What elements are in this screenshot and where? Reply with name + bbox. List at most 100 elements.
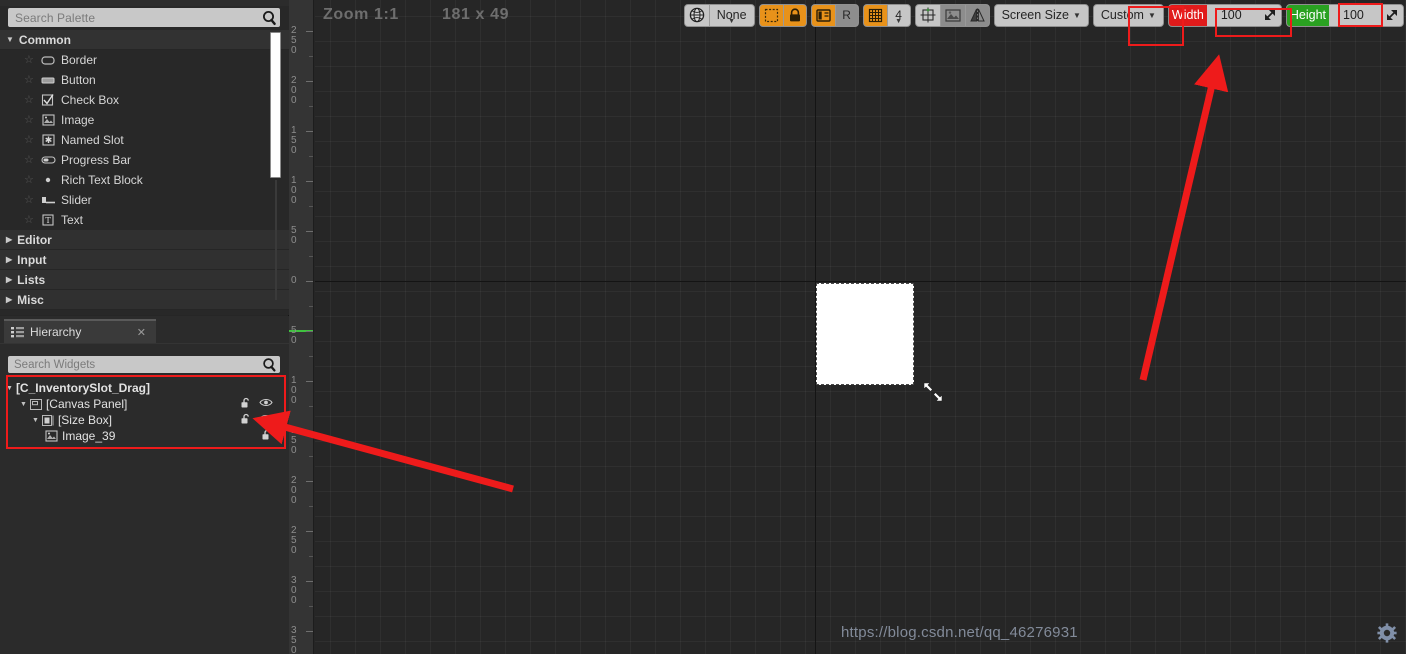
height-label: Height [1286,4,1329,26]
design-canvas[interactable]: Zoom 1:1 181 x 49 https://blog.csdn.net/… [315,0,1406,654]
globe-icon[interactable] [684,4,710,26]
height-group[interactable]: Height 100 [1285,3,1404,27]
chevron-down-icon[interactable]: ▼ [6,385,13,392]
search-icon [260,8,280,27]
palette-item-button[interactable]: ☆ Button [0,70,289,90]
width-label: Width [1168,4,1207,26]
tree-row[interactable]: ▼ [C_InventorySlot_Drag] [0,380,289,396]
palette-item-slider[interactable]: ☆ Slider [0,190,289,210]
layout-toggle-icon[interactable] [811,4,836,26]
ruler-label: 150 [291,425,297,456]
chevron-down-icon[interactable]: ▼ [20,401,27,408]
mirror-icon[interactable] [965,4,989,26]
tab-hierarchy-label: Hierarchy [30,325,82,339]
palette-scrollbar-track[interactable] [275,180,277,300]
tree-row[interactable]: ▼ [Size Box] [0,412,289,428]
resize-diagonal-cursor [922,381,943,402]
palette-item-text[interactable]: ☆ T Text [0,210,289,230]
hierarchy-tree[interactable]: ▼ [C_InventorySlot_Drag] ▼ [Canvas Panel… [0,380,289,444]
tree-node-label: Image_39 [62,429,116,443]
favorite-star-icon[interactable]: ☆ [24,194,39,206]
tree-row-actions[interactable] [240,412,273,428]
tree-row-actions[interactable] [240,396,273,412]
tab-hierarchy[interactable]: Hierarchy ✕ [4,319,156,343]
rotation-button[interactable]: R [835,4,858,26]
fit-to-screen-icon[interactable] [915,4,941,26]
width-input[interactable]: 100 [1206,4,1281,26]
snap-group[interactable]: 4 ▼ [862,3,911,27]
palette-item-label: Text [61,213,84,227]
palette-item-border[interactable]: ☆ Border [0,50,289,70]
palette-category-editor[interactable]: ▶ Editor [0,230,289,250]
palette-category-label: Input [17,252,47,267]
width-group[interactable]: Width 100 [1167,3,1282,27]
svg-text:T: T [45,216,51,225]
palette-item-label: Rich Text Block [61,173,143,187]
palette-category-input[interactable]: ▶ Input [0,250,289,270]
selection-lock-group[interactable] [758,3,807,27]
ruler-label: 150 [291,125,297,156]
unlock-icon[interactable] [240,397,252,412]
palette-scrollbar-thumb[interactable] [270,32,281,178]
gear-icon [1377,623,1397,648]
grid-snap-icon[interactable] [863,4,888,26]
chevron-down-icon: ▼ [6,34,14,44]
palette-item-rich-text-block[interactable]: ☆ Rich Text Block [0,170,289,190]
selected-widget-preview[interactable] [816,283,914,385]
lock-icon[interactable] [783,4,806,26]
favorite-star-icon[interactable]: ☆ [24,114,39,126]
ruler-label: 50 [291,225,297,246]
palette-category-label: Lists [17,272,46,287]
favorite-star-icon[interactable]: ☆ [24,174,39,186]
screen-size-group[interactable]: Screen Size ▼ [993,3,1089,27]
unlock-icon[interactable] [261,429,273,444]
palette-category-misc[interactable]: ▶ Misc [0,290,289,310]
screen-size-dropdown[interactable]: Screen Size ▼ [994,4,1088,26]
grid-size-dropdown[interactable]: 4 ▼ [887,4,910,26]
palette-category-lists[interactable]: ▶ Lists [0,270,289,290]
vertical-ruler[interactable]: 250 200 150 100 50 0 50 100 150 200 250 … [289,0,314,654]
favorite-star-icon[interactable]: ☆ [24,94,39,106]
drag-spinner-icon[interactable] [1386,9,1398,24]
palette-category-common[interactable]: ▼ Common [0,30,289,50]
palette-item-named-slot[interactable]: ☆ ✱ Named Slot [0,130,289,150]
width-value: 100 [1220,8,1242,22]
favorite-star-icon[interactable]: ☆ [24,214,39,226]
eye-icon[interactable] [259,397,273,411]
height-input[interactable]: 100 [1329,4,1403,26]
palette-item-label: Slider [61,193,92,207]
eye-icon[interactable] [259,413,273,427]
tree-row[interactable]: Image_39 [0,428,289,444]
hierarchy-search-input[interactable]: Search Widgets [8,356,280,373]
fill-color-group[interactable]: None ▼ [683,3,755,27]
layout-group[interactable]: R [810,3,859,27]
palette-item-check-box[interactable]: ☆ Check Box [0,90,289,110]
palette-search-input[interactable]: Search Palette [8,8,280,27]
search-icon [260,355,280,374]
image-preview-icon[interactable] [940,4,966,26]
palette-item-image[interactable]: ☆ Image [0,110,289,130]
palette-category-label: Common [18,32,71,47]
drag-spinner-icon[interactable] [1264,9,1276,24]
favorite-star-icon[interactable]: ☆ [24,134,39,146]
resolution-dropdown[interactable]: Custom ▼ [1093,4,1163,26]
palette-list[interactable]: ▼ Common ☆ Border ☆ Button ☆ Check Box ☆… [0,30,289,315]
resolution-group[interactable]: Custom ▼ [1092,3,1164,27]
tree-row-actions[interactable] [261,428,273,444]
favorite-star-icon[interactable]: ☆ [24,154,39,166]
tree-node-label: [C_InventorySlot_Drag] [15,381,150,395]
favorite-star-icon[interactable]: ☆ [24,74,39,86]
view-options-group[interactable] [914,3,990,27]
palette-item-progress-bar[interactable]: ☆ Progress Bar [0,150,289,170]
favorite-star-icon[interactable]: ☆ [24,54,39,66]
unlock-icon[interactable] [240,413,252,428]
fill-mode-dropdown[interactable]: None ▼ [709,4,754,26]
selection-outline-icon[interactable] [759,4,784,26]
palette-category-label: Editor [17,232,52,247]
close-icon[interactable]: ✕ [137,326,146,339]
chevron-down-icon[interactable]: ▼ [32,417,39,424]
chevron-right-icon: ▶ [6,294,13,304]
tree-row[interactable]: ▼ [Canvas Panel] [0,396,289,412]
designer-toolbar[interactable]: None ▼ R 4 ▼ Screen Size ▼ Custom ▼ Widt… [683,2,1404,28]
resolution-label: Custom [1100,8,1144,22]
